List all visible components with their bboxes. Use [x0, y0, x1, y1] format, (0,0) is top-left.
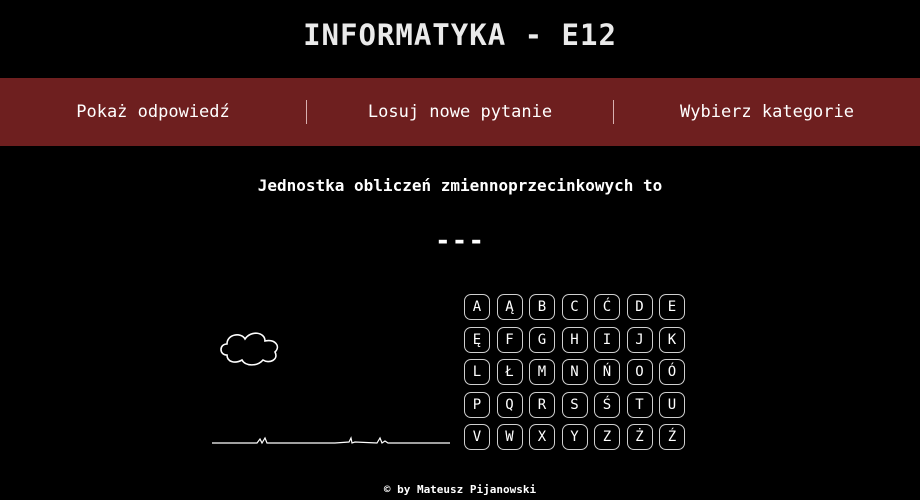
- letter-key[interactable]: W: [496, 424, 523, 450]
- letter-key[interactable]: P: [464, 391, 490, 418]
- letter-key[interactable]: Ż: [626, 424, 653, 450]
- letter-key[interactable]: Ł: [496, 359, 523, 385]
- letter-key[interactable]: I: [594, 326, 620, 353]
- letter-key[interactable]: Y: [561, 424, 588, 450]
- letter-key[interactable]: E: [659, 294, 685, 320]
- letter-key[interactable]: G: [529, 326, 555, 353]
- letter-key[interactable]: X: [529, 424, 555, 450]
- letter-key[interactable]: V: [464, 424, 490, 450]
- menu-bar: Pokaż odpowiedź Losuj nowe pytanie Wybie…: [0, 78, 920, 146]
- letter-key[interactable]: Ś: [594, 391, 620, 418]
- letter-key[interactable]: N: [561, 359, 588, 385]
- letter-key[interactable]: C: [561, 294, 588, 320]
- letter-key[interactable]: M: [529, 359, 555, 385]
- letter-key[interactable]: U: [659, 391, 685, 418]
- letter-key[interactable]: B: [529, 294, 555, 320]
- letter-key[interactable]: J: [626, 326, 653, 353]
- letter-key[interactable]: H: [561, 326, 588, 353]
- question-text: Jednostka obliczeń zmiennoprzecinkowych …: [257, 176, 663, 195]
- new-question-button[interactable]: Losuj nowe pytanie: [307, 78, 613, 146]
- letter-key[interactable]: O: [626, 359, 653, 385]
- letter-key[interactable]: Ą: [496, 294, 523, 320]
- letter-key[interactable]: K: [659, 326, 685, 353]
- cloud-icon: [220, 332, 279, 366]
- letter-key[interactable]: Q: [496, 391, 523, 418]
- letter-key[interactable]: F: [496, 326, 523, 353]
- letter-key[interactable]: Ę: [464, 326, 490, 353]
- letter-key[interactable]: A: [464, 294, 490, 320]
- masked-answer: ---: [435, 226, 485, 256]
- letter-key[interactable]: Ć: [594, 294, 620, 320]
- letter-key[interactable]: R: [529, 391, 555, 418]
- letter-key[interactable]: T: [626, 391, 653, 418]
- letter-key[interactable]: Ń: [594, 359, 620, 385]
- letter-key[interactable]: Z: [594, 424, 620, 450]
- letter-key[interactable]: L: [464, 359, 490, 385]
- letter-key[interactable]: D: [626, 294, 653, 320]
- letter-key[interactable]: S: [561, 391, 588, 418]
- show-answer-button[interactable]: Pokaż odpowiedź: [0, 78, 306, 146]
- letter-key[interactable]: Ź: [659, 424, 685, 450]
- cloud-and-ground-icon: [212, 332, 450, 445]
- hangman-scene: [205, 322, 455, 452]
- letter-key[interactable]: Ó: [659, 359, 685, 385]
- page-title: INFORMATYKA - E12: [303, 18, 617, 52]
- choose-category-button[interactable]: Wybierz kategorie: [614, 78, 920, 146]
- ground-line: [212, 436, 450, 445]
- letter-keyboard: AĄBCĆDE ĘFGHIJK LŁMNŃOÓ PQRSŚTU VWXYZŻŹ: [464, 294, 685, 450]
- footer-credit: © by Mateusz Pijanowski: [383, 483, 537, 496]
